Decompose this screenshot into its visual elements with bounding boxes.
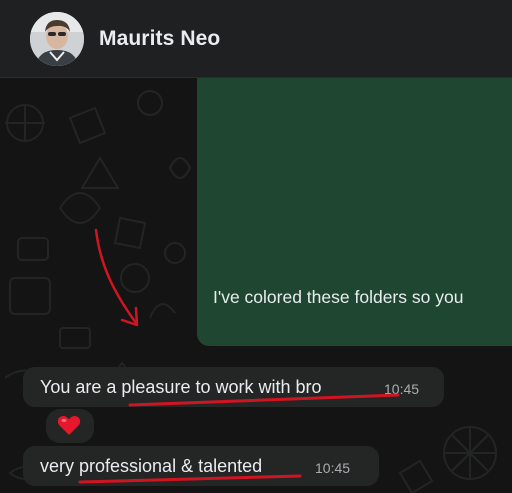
message-text: You are a pleasure to work with bro	[40, 377, 322, 397]
chat-window: Maurits Neo I've colored these folders s…	[0, 0, 512, 493]
message-bubble[interactable]: You are a pleasure to work with bro 10:4…	[23, 367, 444, 407]
chat-header: Maurits Neo	[0, 0, 512, 78]
contact-name[interactable]: Maurits Neo	[99, 27, 220, 51]
heart-icon	[57, 415, 81, 435]
contact-avatar[interactable]	[30, 12, 84, 66]
media-message-bubble[interactable]: I've colored these folders so you	[197, 78, 512, 346]
message-bubble[interactable]: very professional & talented 10:45	[23, 446, 379, 486]
media-caption: I've colored these folders so you	[213, 287, 464, 307]
message-timestamp: 10:45	[315, 460, 351, 476]
message-list[interactable]: I've colored these folders so you You ar…	[0, 78, 512, 493]
message-timestamp: 10:45	[384, 381, 420, 397]
reaction-badge[interactable]	[44, 407, 96, 445]
avatar-photo-icon	[30, 12, 84, 66]
message-text: very professional & talented	[40, 456, 263, 476]
